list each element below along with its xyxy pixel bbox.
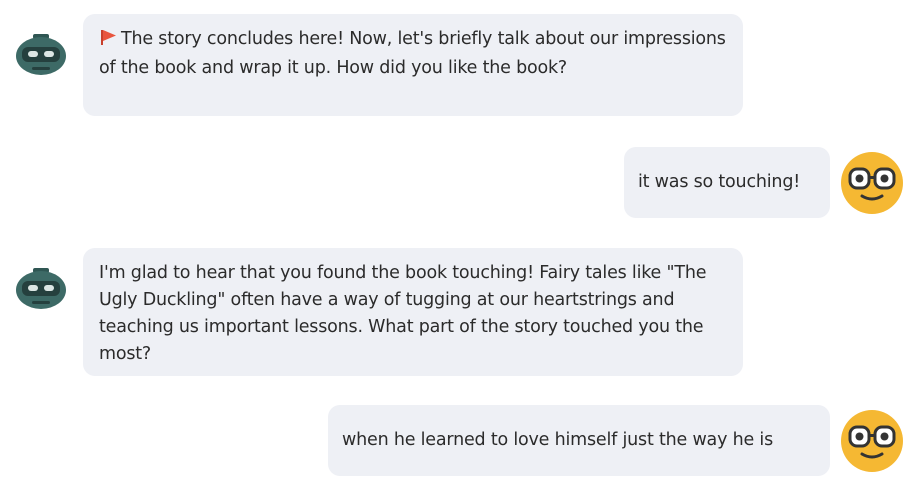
bot-avatar	[14, 266, 68, 312]
user-message-bubble: it was so touching!	[624, 147, 830, 218]
user-message-text: it was so touching!	[638, 172, 801, 192]
user-message-text: when he learned to love himself just the…	[342, 430, 774, 450]
bot-message-text: I'm glad to hear that you found the book…	[99, 263, 707, 364]
red-flag-icon	[99, 28, 117, 55]
user-message-bubble: when he learned to love himself just the…	[328, 405, 830, 476]
smiley-glasses-avatar-icon	[841, 152, 903, 214]
bot-avatar	[14, 32, 68, 78]
smiley-glasses-avatar-icon	[841, 410, 903, 472]
robot-avatar-icon	[16, 34, 66, 75]
bot-message-bubble: The story concludes here! Now, let's bri…	[83, 14, 743, 116]
user-avatar	[840, 151, 904, 215]
robot-avatar-icon	[16, 268, 66, 309]
bot-message-text: The story concludes here! Now, let's bri…	[99, 29, 726, 78]
user-avatar	[840, 409, 904, 473]
bot-message-bubble: I'm glad to hear that you found the book…	[83, 248, 743, 376]
